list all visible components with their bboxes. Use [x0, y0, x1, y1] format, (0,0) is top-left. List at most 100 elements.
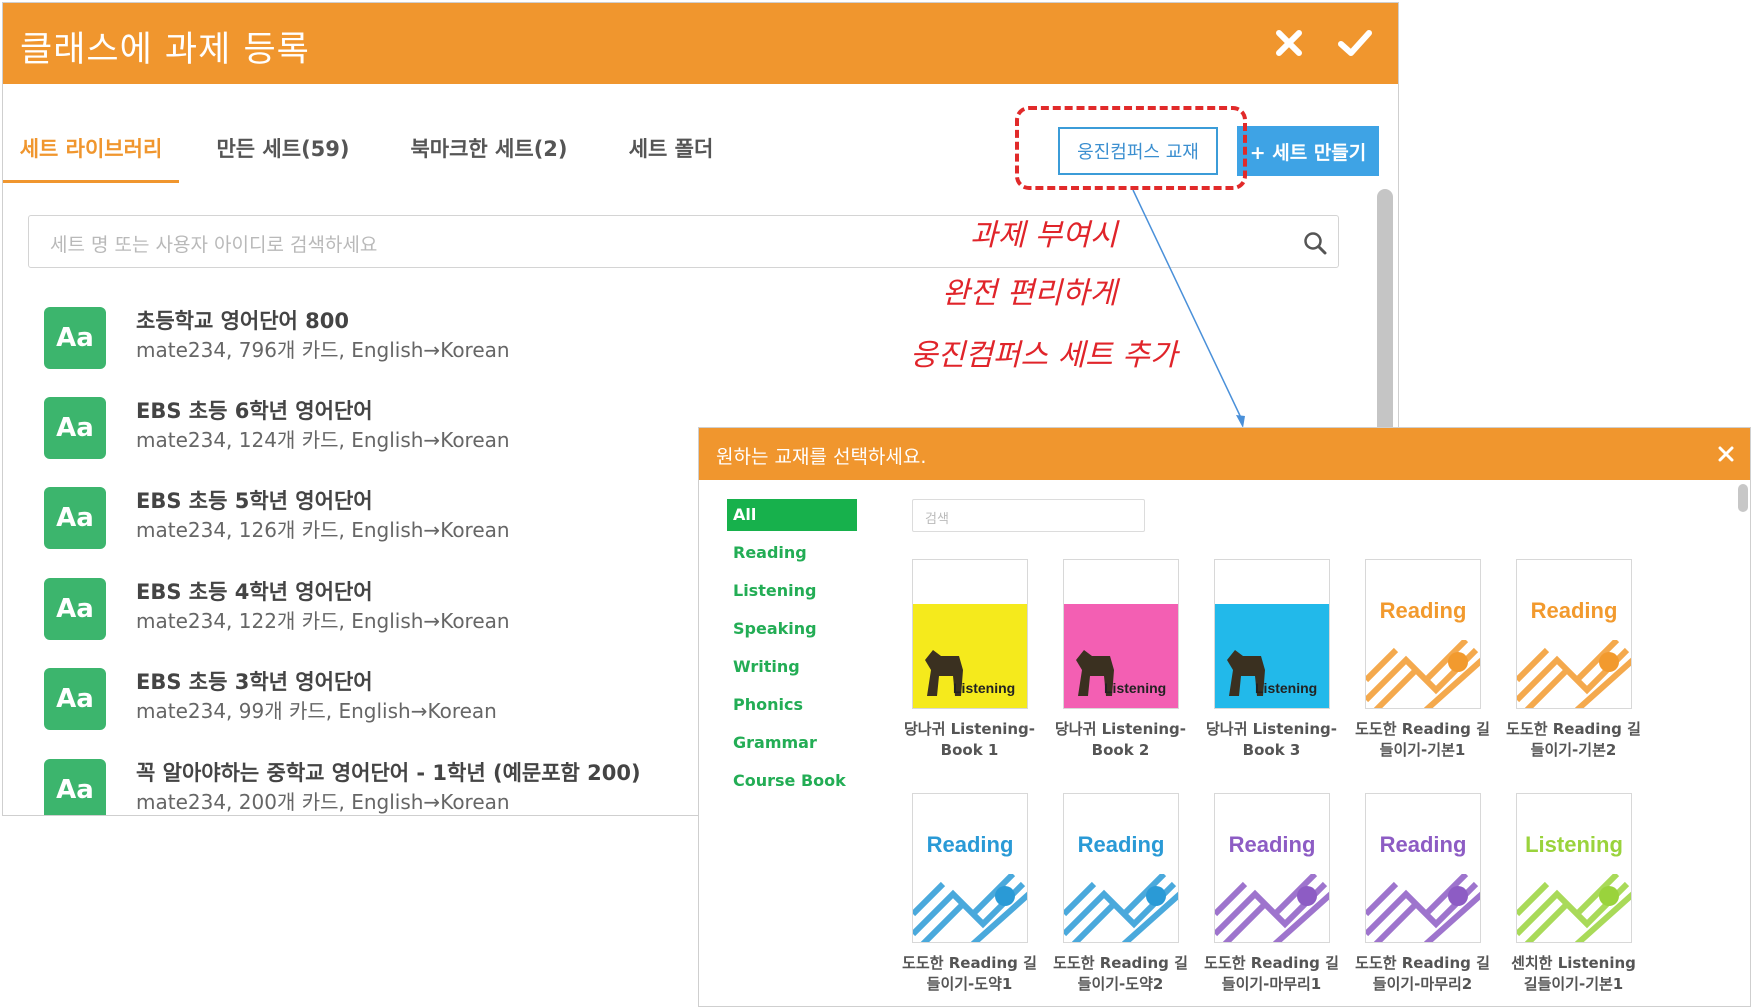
book-cover-text: Listening	[1255, 680, 1318, 696]
book-title-line: Book 1	[940, 741, 999, 759]
book-cover[interactable]: Reading	[912, 793, 1028, 943]
category-writing[interactable]: Writing	[727, 651, 857, 683]
tab-bookmarked-sets[interactable]: 북마크한 세트(2)	[399, 121, 579, 183]
set-tabs: 세트 라이브러리 만든 세트(59) 북마크한 세트(2) 세트 폴더	[3, 121, 763, 183]
book-title-line: 도도한 Reading 길	[1355, 954, 1490, 972]
book-title-line: 들이기-도약1	[926, 975, 1013, 993]
search-placeholder: 세트 명 또는 사용자 아이디로 검색하세요	[50, 234, 378, 256]
book-title: 도도한 Reading 길들이기-도약2	[1048, 953, 1193, 995]
book-title-line: 들이기-도약2	[1077, 975, 1164, 993]
category-grammar[interactable]: Grammar	[727, 727, 857, 759]
annotation-line-3: 웅진컴퍼스 세트 추가	[910, 338, 1178, 373]
book-dialog-header: 원하는 교재를 선택하세요.	[699, 428, 1750, 480]
book-cover-text: Reading	[1379, 598, 1467, 623]
book-cover[interactable]: Listening	[912, 559, 1028, 709]
category-listening[interactable]: Listening	[727, 575, 857, 607]
book-title-line: Book 2	[1091, 741, 1150, 759]
close-icon	[1276, 30, 1302, 56]
book-cover[interactable]: Listening	[1063, 559, 1179, 709]
close-icon	[1718, 446, 1734, 462]
book-cover[interactable]: Reading	[1365, 793, 1481, 943]
set-title: EBS 초등 6학년 영어단어	[136, 399, 373, 423]
book-cover-text: Reading	[1228, 832, 1316, 857]
create-set-button[interactable]: + 세트 만들기	[1237, 126, 1379, 176]
tab-set-folders[interactable]: 세트 폴더	[613, 121, 729, 183]
category-reading[interactable]: Reading	[727, 537, 857, 569]
book-title-line: 들이기-마무리2	[1372, 975, 1473, 993]
set-meta: mate234, 796개 카드, English→Korean	[136, 338, 510, 362]
set-title: 꼭 알아야하는 중학교 영어단어 - 1학년 (예문포함 200)	[136, 761, 641, 785]
category-all[interactable]: All	[727, 499, 857, 531]
book-dialog-scrollbar[interactable]	[1738, 484, 1748, 512]
book-cover[interactable]: Reading	[1365, 559, 1481, 709]
highlight-box	[1015, 106, 1247, 190]
book-title-line: 길들이기-기본1	[1523, 975, 1624, 993]
book-cover[interactable]: Reading	[1214, 793, 1330, 943]
set-badge: Aa	[44, 578, 106, 640]
set-badge: Aa	[44, 487, 106, 549]
book-title-line: Book 3	[1242, 741, 1301, 759]
book-search-input[interactable]: 검색	[912, 499, 1145, 532]
tab-set-library[interactable]: 세트 라이브러리	[3, 121, 179, 183]
set-title: EBS 초등 4학년 영어단어	[136, 580, 373, 604]
book-title: 도도한 Reading 길들이기-마무리1	[1199, 953, 1344, 995]
book-cover-text: Listening	[1525, 832, 1623, 857]
book-select-dialog: 원하는 교재를 선택하세요. All Reading Listening Spe…	[698, 427, 1751, 1007]
search-icon[interactable]	[1302, 230, 1328, 256]
list-scrollbar[interactable]	[1377, 189, 1393, 449]
book-cover-text: Listening	[953, 680, 1016, 696]
set-meta: mate234, 124개 카드, English→Korean	[136, 428, 510, 452]
book-cover-text: Reading	[1530, 598, 1618, 623]
book-title-line: 들이기-마무리1	[1221, 975, 1322, 993]
close-button[interactable]	[1269, 23, 1309, 63]
book-title-line: 도도한 Reading 길	[1204, 954, 1339, 972]
set-badge: Aa	[44, 397, 106, 459]
set-meta: mate234, 200개 카드, English→Korean	[136, 790, 510, 814]
annotation-line-2: 완전 편리하게	[942, 276, 1118, 311]
book-cover-text: Listening	[1104, 680, 1167, 696]
book-cover[interactable]: Listening	[1516, 793, 1632, 943]
book-title-line: 도도한 Reading 길	[1506, 720, 1641, 738]
book-title: 도도한 Reading 길들이기-기본1	[1350, 719, 1495, 761]
book-title: 당나귀 Listening- Book 3	[1199, 719, 1344, 761]
annotation-line-1: 과제 부여시	[970, 218, 1118, 253]
set-meta: mate234, 99개 카드, English→Korean	[136, 699, 497, 723]
category-speaking[interactable]: Speaking	[727, 613, 857, 645]
category-phonics[interactable]: Phonics	[727, 689, 857, 721]
set-title: EBS 초등 3학년 영어단어	[136, 670, 373, 694]
book-search-placeholder: 검색	[925, 512, 949, 527]
dialog-title: 클래스에 과제 등록	[20, 30, 310, 70]
book-title: 당나귀 Listening- Book 1	[897, 719, 1042, 761]
book-dialog-close-button[interactable]	[1714, 442, 1738, 466]
confirm-button[interactable]	[1335, 23, 1375, 63]
book-cover-text: Reading	[926, 832, 1014, 857]
book-title-line: 도도한 Reading 길	[1355, 720, 1490, 738]
category-course-book[interactable]: Course Book	[727, 765, 857, 797]
book-title: 센치한 Listening 길들이기-기본1	[1501, 953, 1646, 995]
book-title-line: 당나귀 Listening-	[1054, 720, 1187, 738]
set-search-input[interactable]: 세트 명 또는 사용자 아이디로 검색하세요	[28, 215, 1339, 268]
book-dialog-title: 원하는 교재를 선택하세요.	[716, 446, 927, 468]
book-title-line: 들이기-기본2	[1530, 741, 1617, 759]
set-badge: Aa	[44, 307, 106, 369]
book-cover[interactable]: Reading	[1063, 793, 1179, 943]
list-item[interactable]: Aa 초등학교 영어단어 800 mate234, 796개 카드, Engli…	[3, 299, 1003, 389]
book-cover-text: Reading	[1379, 832, 1467, 857]
book-title: 도도한 Reading 길 들이기-도약1	[897, 953, 1042, 995]
book-title-line: 들이기-기본1	[1379, 741, 1466, 759]
set-title: 초등학교 영어단어 800	[136, 309, 350, 333]
set-meta: mate234, 126개 카드, English→Korean	[136, 518, 510, 542]
check-icon	[1338, 30, 1372, 56]
book-cover[interactable]: Listening	[1214, 559, 1330, 709]
book-title-line: 센치한 Listening	[1511, 954, 1636, 972]
tab-my-sets[interactable]: 만든 세트(59)	[199, 121, 367, 183]
set-badge: Aa	[44, 759, 106, 815]
book-cover[interactable]: Reading	[1516, 559, 1632, 709]
book-title-line: 당나귀 Listening-	[1205, 720, 1338, 738]
dialog-header: 클래스에 과제 등록	[3, 3, 1398, 84]
set-meta: mate234, 122개 카드, English→Korean	[136, 609, 510, 633]
set-badge: Aa	[44, 668, 106, 730]
book-title: 도도한 Reading 길들이기-마무리2	[1350, 953, 1495, 995]
book-title: 도도한 Reading 길들이기-기본2	[1501, 719, 1646, 761]
book-title-line: 도도한 Reading 길	[1053, 954, 1188, 972]
